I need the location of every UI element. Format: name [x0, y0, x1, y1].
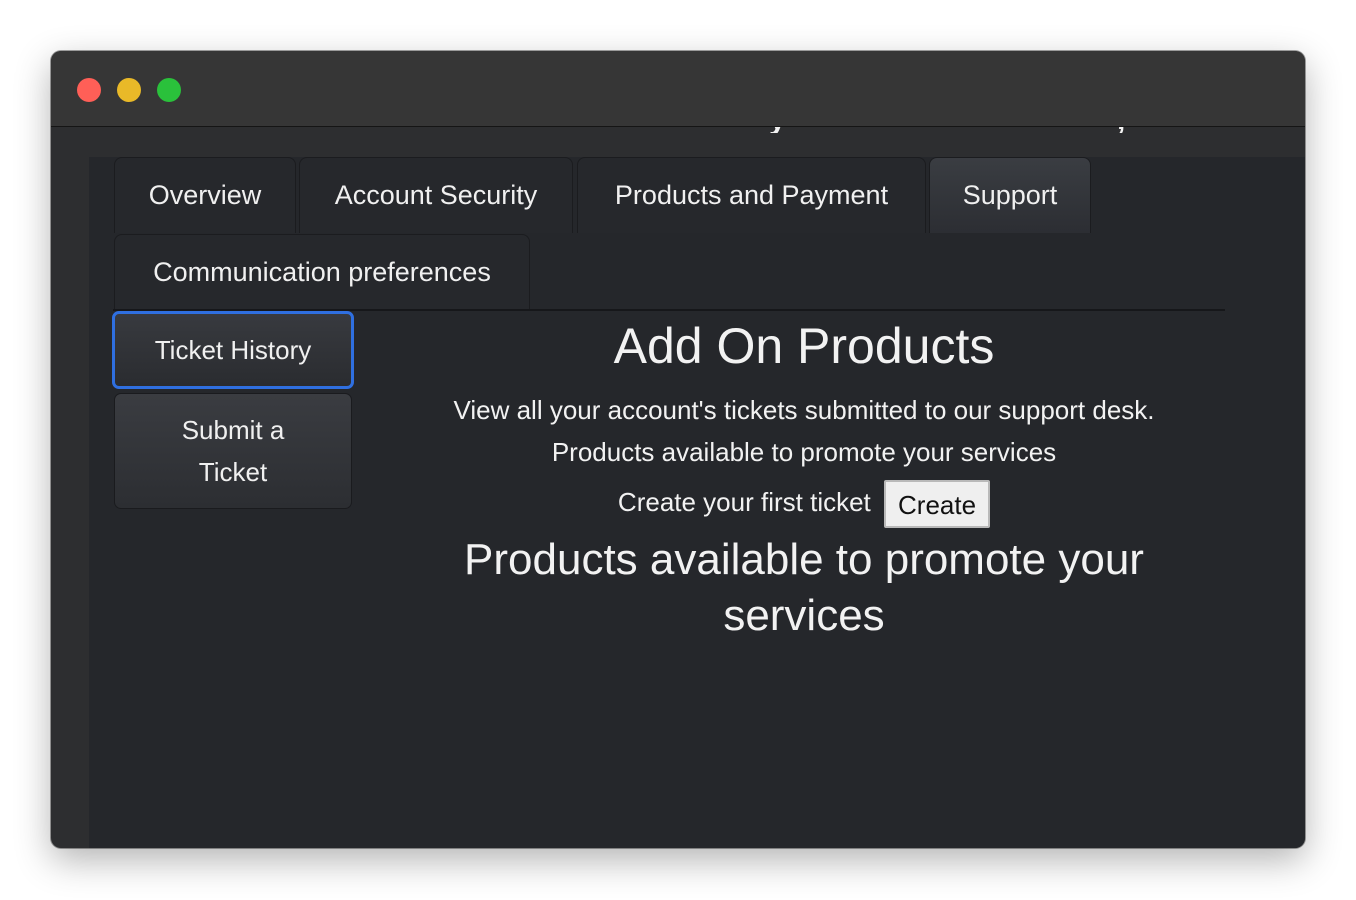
tab-account-security[interactable]: Account Security	[299, 157, 573, 233]
page-description: View all your account's tickets submitte…	[453, 395, 1155, 425]
app-window: y , Overview Account Security Products a…	[51, 51, 1305, 848]
tab-overview[interactable]: Overview	[114, 157, 296, 233]
minimize-window-button[interactable]	[117, 78, 141, 102]
page-subtext: Products available to promote your servi…	[551, 437, 1057, 467]
clipped-text-fragment: ,	[1117, 127, 1125, 133]
submit-ticket-label: Submit a Ticket	[181, 415, 285, 487]
zoom-window-button[interactable]	[157, 78, 181, 102]
main-panel: Add On Products View all your account's …	[389, 307, 1219, 644]
close-window-button[interactable]	[77, 78, 101, 102]
create-ticket-button[interactable]: Create	[884, 480, 991, 529]
create-ticket-row: Create your first ticket Create	[389, 477, 1219, 529]
page-content: Overview Account Security Products and P…	[89, 157, 1305, 848]
tab-products-and-payment[interactable]: Products and Payment	[577, 157, 926, 233]
tab-communication-preferences[interactable]: Communication preferences	[114, 234, 530, 310]
ticket-history-button[interactable]: Ticket History	[112, 311, 354, 389]
page-title: Add On Products	[613, 318, 995, 374]
tab-support[interactable]: Support	[929, 157, 1091, 233]
submit-ticket-button[interactable]: Submit a Ticket	[114, 393, 352, 509]
title-bar	[51, 51, 1305, 127]
section-heading: Products available to promote your servi…	[464, 535, 1144, 641]
clipped-text-fragment: y	[769, 127, 786, 133]
create-ticket-prompt: Create your first ticket	[617, 487, 871, 517]
